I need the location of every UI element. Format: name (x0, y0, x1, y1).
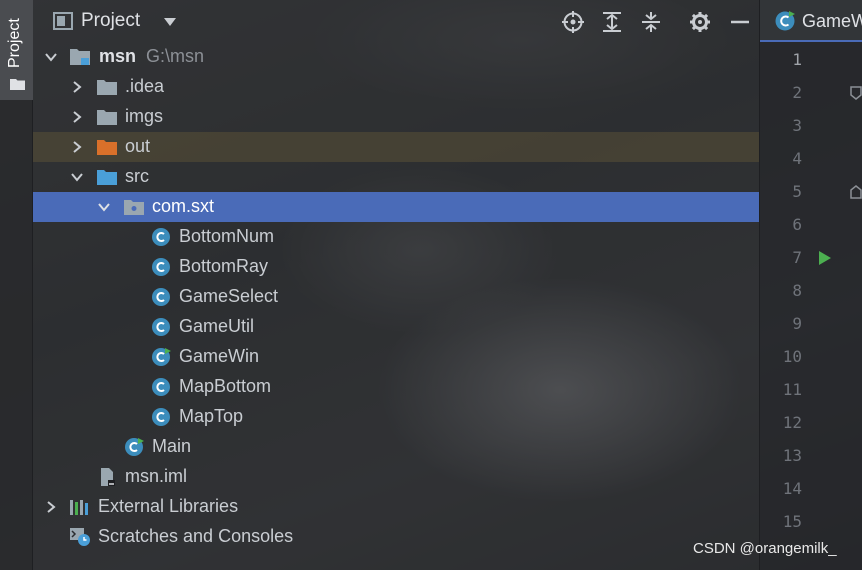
tree-node-out[interactable]: out (33, 132, 759, 162)
chevron-right-icon[interactable] (71, 141, 83, 153)
source-folder-icon (97, 170, 117, 185)
tree-node-label: Main (152, 436, 192, 456)
line-number: 10 (782, 347, 802, 366)
project-tree: msn G:\msn .idea imgs out src com.sxt Bo… (33, 42, 759, 552)
tree-node-bottomray[interactable]: BottomRay (33, 252, 759, 282)
tree-node-label: imgs (125, 106, 164, 126)
line-number-gutter: 1 2 3 4 5 6 7 8 9 10 11 12 13 14 15 (760, 44, 862, 539)
minimize-icon[interactable] (728, 10, 752, 34)
line-number: 15 (782, 512, 802, 531)
expand-all-icon[interactable] (600, 10, 624, 34)
tree-node-main[interactable]: Main (33, 432, 759, 462)
tree-node-msn-iml[interactable]: msn.iml (33, 462, 759, 492)
module-path: G:\msn (146, 46, 205, 66)
gear-icon[interactable] (688, 10, 712, 34)
java-class-icon (152, 228, 170, 246)
line-number: 4 (792, 149, 802, 168)
libraries-icon (70, 500, 88, 515)
line-number: 5 (760, 176, 862, 209)
project-panel: Project msn G:\msn .idea imgs out src co… (33, 0, 759, 570)
java-class-icon (152, 288, 170, 306)
tree-node-label: out (125, 136, 151, 156)
collapse-all-icon[interactable] (639, 10, 663, 34)
tree-node-label: .idea (125, 76, 165, 96)
runnable-class-icon (775, 11, 795, 31)
tree-node-label: MapTop (179, 406, 244, 426)
line-number: 1 (792, 50, 802, 69)
project-window-icon (53, 12, 73, 30)
java-class-icon (152, 258, 170, 276)
tree-node-label: msn.iml (125, 466, 187, 486)
editor-tab-gamewin[interactable]: GameW (760, 0, 862, 42)
tree-node-idea[interactable]: .idea (33, 72, 759, 102)
tree-node-mapbottom[interactable]: MapBottom (33, 372, 759, 402)
run-gutter-icon[interactable] (818, 250, 832, 266)
tool-window-strip: Project (0, 0, 33, 570)
java-class-icon (152, 378, 170, 396)
locate-crosshair-icon[interactable] (561, 10, 585, 34)
fold-marker-icon[interactable] (850, 185, 862, 199)
java-class-icon (152, 318, 170, 336)
tree-node-label: GameWin (179, 346, 260, 366)
scratches-console-icon (70, 528, 90, 546)
line-number: 12 (782, 413, 802, 432)
tree-node-label: GameSelect (179, 286, 279, 306)
tree-node-label: com.sxt (152, 196, 215, 216)
view-selector-caret-icon[interactable] (163, 17, 177, 27)
tree-node-com-sxt[interactable]: com.sxt (33, 192, 759, 222)
tree-node-bottomnum[interactable]: BottomNum (33, 222, 759, 252)
tree-node-label: MapBottom (179, 376, 272, 396)
line-number: 8 (792, 281, 802, 300)
project-tool-tab-label: Project (6, 18, 23, 68)
tree-node-label: External Libraries (98, 496, 239, 516)
project-panel-header: Project (33, 0, 759, 44)
iml-file-icon (101, 468, 115, 486)
folder-icon (97, 110, 117, 125)
line-number: 2 (760, 77, 862, 110)
tree-node-label: src (125, 166, 149, 186)
tree-node-gameselect[interactable]: GameSelect (33, 282, 759, 312)
excluded-folder-icon (97, 140, 117, 155)
tree-node-maptop[interactable]: MapTop (33, 402, 759, 432)
module-folder-icon (70, 49, 90, 65)
project-view-title[interactable]: Project (81, 10, 140, 32)
tree-node-label: BottomRay (179, 256, 269, 276)
tree-node-label: GameUtil (179, 316, 255, 336)
tree-node-gamewin[interactable]: GameWin (33, 342, 759, 372)
runnable-class-icon (125, 438, 144, 456)
watermark: CSDN @orangemilk_ (693, 540, 837, 557)
chevron-down-icon[interactable] (98, 201, 110, 213)
line-number: 11 (782, 380, 802, 399)
chevron-right-icon[interactable] (71, 111, 83, 123)
tree-node-label: BottomNum (179, 226, 275, 246)
line-number: 14 (782, 479, 802, 498)
chevron-down-icon[interactable] (71, 171, 83, 183)
line-number: 7 (760, 242, 862, 275)
tree-node-label: Scratches and Consoles (98, 526, 294, 546)
line-number: 6 (792, 215, 802, 234)
editor-area: GameW 1 2 3 4 5 6 7 8 9 10 11 12 13 14 1… (759, 0, 862, 570)
tree-node-external-libraries[interactable]: External Libraries (33, 492, 759, 522)
folder-icon (97, 80, 117, 95)
project-tool-tab[interactable]: Project (0, 0, 33, 100)
chevron-right-icon[interactable] (71, 81, 83, 93)
folder-icon (10, 79, 25, 90)
line-number: 13 (782, 446, 802, 465)
tree-node-imgs[interactable]: imgs (33, 102, 759, 132)
chevron-right-icon[interactable] (45, 501, 57, 513)
line-number: 3 (792, 116, 802, 135)
line-number: 9 (792, 314, 802, 333)
tree-node-msn[interactable]: msn G:\msn (33, 42, 759, 72)
fold-marker-icon[interactable] (850, 86, 862, 100)
runnable-class-icon (152, 348, 171, 366)
java-class-icon (152, 408, 170, 426)
chevron-down-icon[interactable] (45, 51, 57, 63)
tree-node-label: msn (99, 46, 137, 66)
tree-node-gameutil[interactable]: GameUtil (33, 312, 759, 342)
tree-node-src[interactable]: src (33, 162, 759, 192)
tree-node-scratches[interactable]: Scratches and Consoles (33, 522, 759, 552)
package-icon (124, 200, 144, 215)
editor-tab-label: GameW (802, 11, 862, 31)
